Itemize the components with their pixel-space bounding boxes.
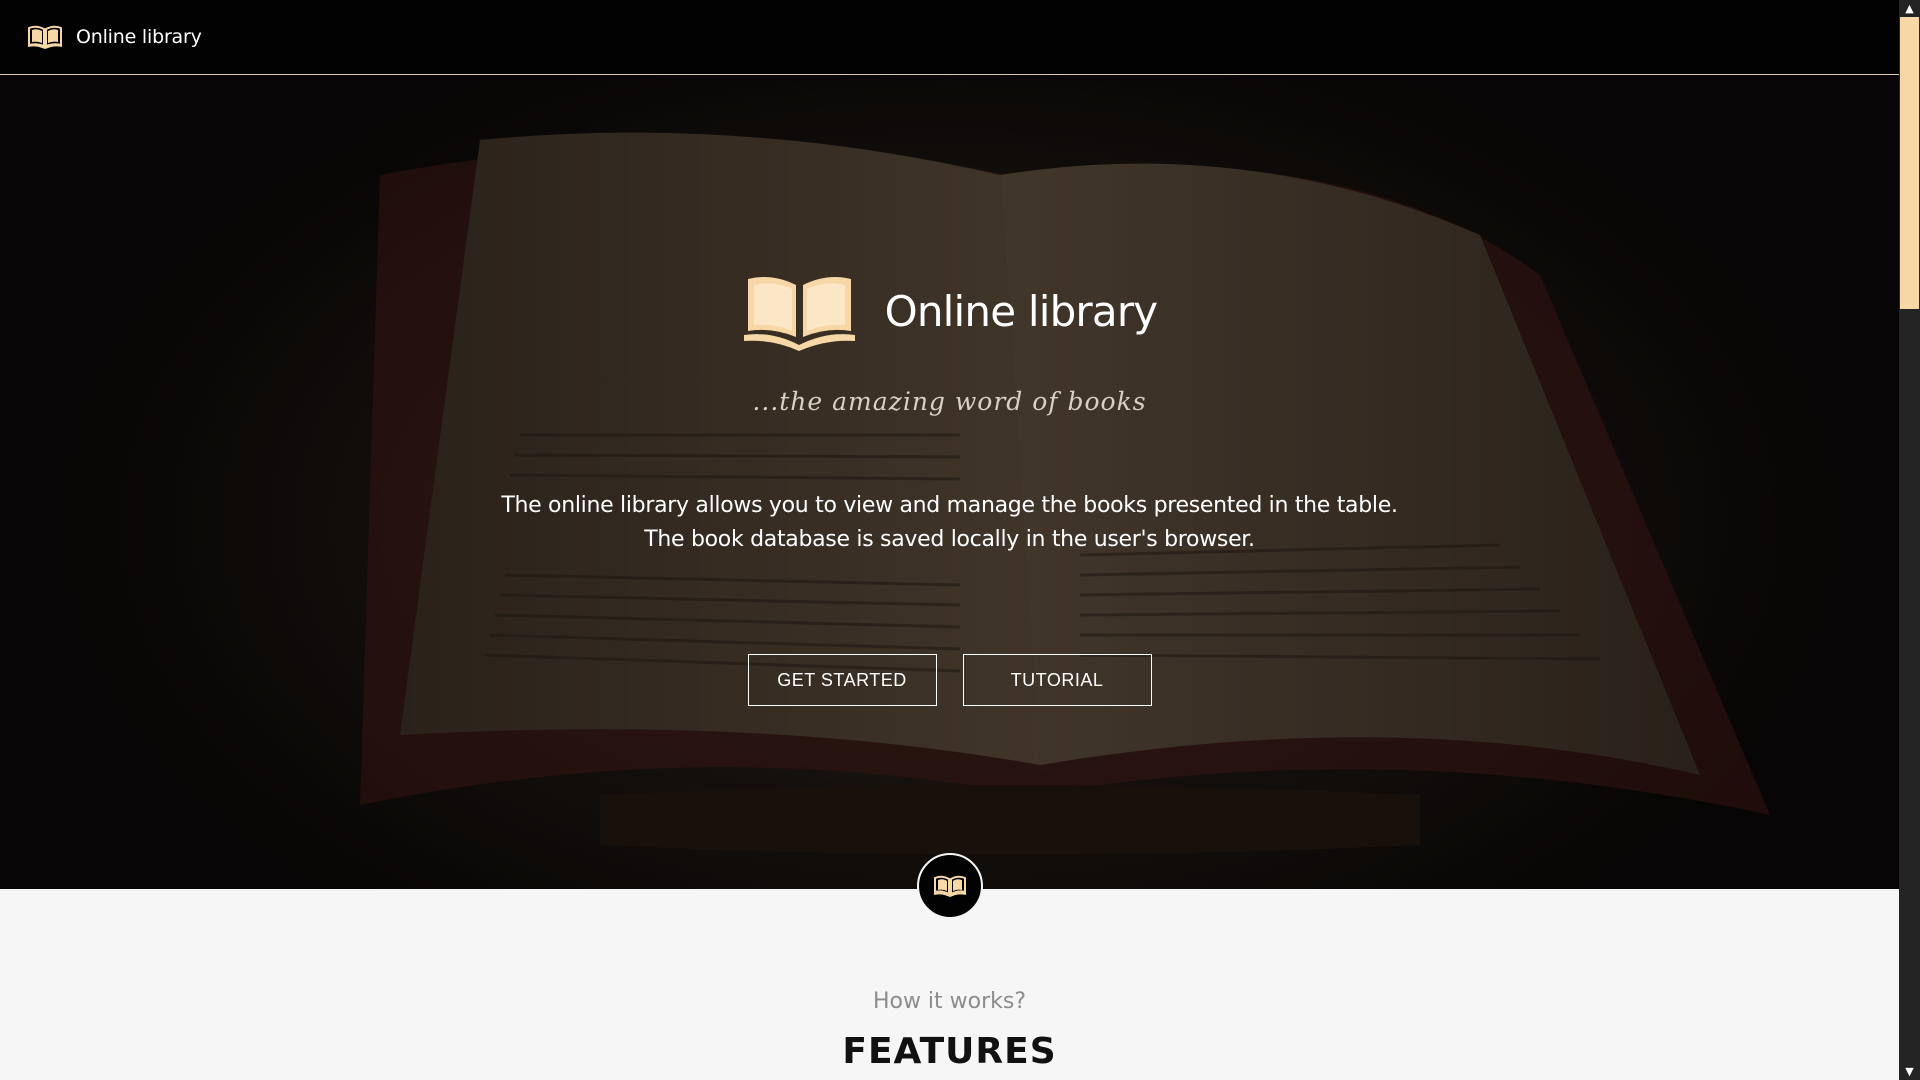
open-book-icon[interactable] [27,24,63,50]
vertical-scrollbar[interactable]: ▲ ▼ [1899,0,1920,1080]
hero-section: Online library ...the amazing word of bo… [0,75,1899,889]
top-navbar: Online library [0,0,1899,75]
features-title: FEATURES [842,1031,1057,1072]
hero-buttons: GET STARTED TUTORIAL [0,654,1899,706]
hero-content: Online library ...the amazing word of bo… [0,75,1899,889]
hero-title: Online library [884,286,1159,336]
open-book-icon [933,875,967,898]
scroll-down-badge[interactable] [917,853,983,919]
hero-tagline: ...the amazing word of books [752,387,1147,416]
get-started-button[interactable]: GET STARTED [747,654,937,706]
scrollbar-thumb[interactable] [1900,17,1919,309]
hero-description: The online library allows you to view an… [501,493,1398,552]
features-subtitle: How it works? [872,989,1027,1014]
scroll-up-arrow-icon[interactable]: ▲ [1899,0,1920,17]
hero-brand: Online library [0,271,1899,351]
browser-viewport: Online library Online library ...the ama… [0,0,1899,1080]
scroll-down-arrow-icon[interactable]: ▼ [1899,1063,1920,1080]
navbar-brand-title[interactable]: Online library [76,26,202,48]
tutorial-button[interactable]: TUTORIAL [962,654,1152,706]
open-book-icon [742,271,857,351]
page: Online library Online library ...the ama… [0,0,1920,1080]
